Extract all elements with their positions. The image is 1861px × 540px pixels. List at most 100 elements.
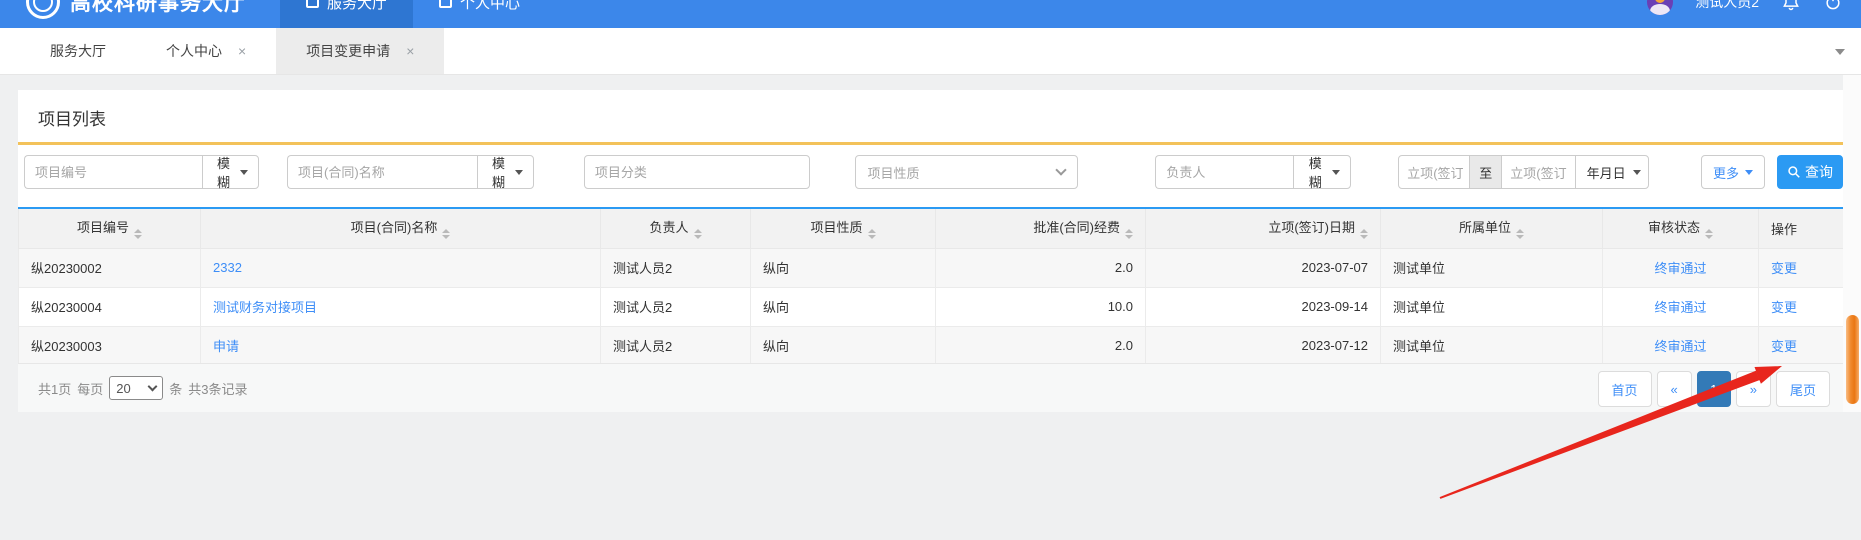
personal-center-icon (439, 0, 452, 8)
col-header-label: 项目性质 (810, 220, 862, 235)
col-header-audit-status[interactable]: 审核状态 (1603, 208, 1759, 248)
col-header-label: 操作 (1771, 222, 1797, 237)
project-no-match-mode-button[interactable]: 模糊 (202, 155, 259, 189)
app-brand[interactable]: 高校科研事务大厅 (26, 0, 246, 19)
search-label: 查询 (1805, 162, 1833, 182)
project-name-link[interactable]: 申请 (213, 339, 239, 354)
bell-icon[interactable] (1781, 0, 1801, 12)
col-header-start-date[interactable]: 立项(签订)日期 (1146, 208, 1381, 248)
action-link[interactable]: 变更 (1771, 300, 1797, 315)
pagination-first-button[interactable]: 首页 (1598, 371, 1652, 407)
project-category-input[interactable] (584, 155, 810, 189)
start-date-cell: 2023-07-12 (1146, 326, 1381, 365)
power-icon[interactable] (1823, 0, 1843, 12)
tab-close-icon[interactable]: × (238, 43, 246, 59)
date-end-input[interactable]: 立项(签订 (1502, 156, 1574, 188)
project-name-link[interactable]: 测试财务对接项目 (213, 300, 317, 315)
page-size-value: 20 (116, 381, 130, 396)
table-row: 纵20230004测试财务对接项目测试人员2纵向10.02023-09-14测试… (19, 287, 1844, 326)
start-date-cell: 2023-07-07 (1146, 248, 1381, 287)
nature-cell: 纵向 (751, 326, 936, 365)
project-list-card: 项目列表 模糊 模糊 项目性质 (18, 90, 1843, 412)
unit-cell: 测试单位 (1381, 326, 1603, 365)
col-header-leader[interactable]: 负责人 (601, 208, 751, 248)
tab-label: 个人中心 (166, 41, 222, 61)
tab-project-change-request[interactable]: 项目变更申请 × (276, 28, 444, 74)
main-menu: 服务大厅 个人中心 (280, 0, 546, 28)
pagination-page-1-button[interactable]: 1 (1697, 371, 1731, 407)
action-cell: 变更 (1759, 326, 1844, 365)
col-header-label: 负责人 (649, 220, 688, 235)
audit-status-cell: 终审通过 (1603, 248, 1759, 287)
project-nature-select[interactable]: 项目性质 (855, 155, 1079, 189)
more-label: 更多 (1713, 163, 1739, 182)
sort-icon (1360, 229, 1368, 239)
action-cell: 变更 (1759, 287, 1844, 326)
sort-icon (868, 229, 876, 239)
caret-down-icon (1745, 170, 1753, 175)
date-start-input[interactable]: 立项(签订 (1399, 156, 1469, 188)
leader-input[interactable] (1155, 155, 1293, 189)
project-name-link[interactable]: 2332 (213, 260, 242, 275)
nav-menu-personal-center[interactable]: 个人中心 (413, 0, 546, 28)
unit-cell: 测试单位 (1381, 287, 1603, 326)
scrollbar-thumb[interactable] (1846, 315, 1859, 404)
pagination-last-button[interactable]: 尾页 (1776, 371, 1830, 407)
navbar-right: 测试人员2 (1647, 0, 1847, 15)
col-header-project-name[interactable]: 项目(合同)名称 (201, 208, 601, 248)
col-header-budget[interactable]: 批准(合同)经费 (936, 208, 1146, 248)
audit-status-link[interactable]: 终审通过 (1654, 261, 1706, 276)
date-granularity-button[interactable]: 年月日 (1575, 156, 1649, 188)
user-avatar-icon[interactable] (1647, 0, 1673, 15)
col-header-action: 操作 (1759, 208, 1844, 248)
date-range-to-label: 至 (1469, 156, 1502, 188)
caret-down-icon (1332, 170, 1340, 175)
tab-overflow-caret-icon[interactable] (1835, 49, 1845, 55)
project-name-match-mode-button[interactable]: 模糊 (477, 155, 534, 189)
project-no-input[interactable] (24, 155, 202, 189)
project-name-input[interactable] (287, 155, 477, 189)
pagination-next-button[interactable]: » (1736, 371, 1771, 407)
project-name-cell: 测试财务对接项目 (201, 287, 601, 326)
action-link[interactable]: 变更 (1771, 339, 1797, 354)
service-hall-icon (306, 0, 319, 8)
audit-status-link[interactable]: 终审通过 (1654, 339, 1706, 354)
tab-service-hall[interactable]: 服务大厅 (20, 28, 136, 74)
unit-cell: 测试单位 (1381, 248, 1603, 287)
sort-icon (694, 229, 702, 239)
nature-cell: 纵向 (751, 248, 936, 287)
fuzzy-label: 模糊 (488, 153, 509, 191)
col-header-unit[interactable]: 所属单位 (1381, 208, 1603, 248)
tab-label: 项目变更申请 (306, 41, 390, 61)
project-no-cell: 纵20230004 (19, 287, 201, 326)
col-header-label: 立项(签订)日期 (1268, 220, 1355, 235)
sort-icon (1516, 229, 1524, 239)
budget-cell: 2.0 (936, 326, 1146, 365)
pagination-prev-button[interactable]: « (1657, 371, 1692, 407)
nav-menu-service-hall[interactable]: 服务大厅 (280, 0, 413, 28)
project-table-body: 纵202300022332测试人员2纵向2.02023-07-07测试单位终审通… (19, 248, 1844, 365)
page-title: 项目列表 (18, 90, 1843, 142)
leader-match-mode-button[interactable]: 模糊 (1293, 155, 1351, 189)
tab-personal-center[interactable]: 个人中心 × (136, 28, 276, 74)
page-size-select[interactable]: 20 (109, 376, 163, 400)
content-area: 项目列表 模糊 模糊 项目性质 (0, 75, 1861, 412)
col-header-label: 批准(合同)经费 (1033, 220, 1120, 235)
tab-bar: 服务大厅 个人中心 × 项目变更申请 × (0, 28, 1861, 75)
action-link[interactable]: 变更 (1771, 261, 1797, 276)
col-header-project-no[interactable]: 项目编号 (19, 208, 201, 248)
action-cell: 变更 (1759, 248, 1844, 287)
more-filters-button[interactable]: 更多 (1701, 155, 1765, 189)
tab-close-icon[interactable]: × (406, 43, 414, 59)
caret-down-icon (1633, 170, 1641, 175)
leader-cell: 测试人员2 (601, 248, 751, 287)
project-no-cell: 纵20230003 (19, 326, 201, 365)
search-button[interactable]: 查询 (1777, 155, 1843, 189)
audit-status-link[interactable]: 终审通过 (1654, 300, 1706, 315)
date-granularity-label: 年月日 (1587, 163, 1626, 182)
chevron-down-icon (148, 381, 158, 391)
title-accent-divider (18, 142, 1843, 145)
nav-menu-label: 个人中心 (460, 0, 520, 13)
col-header-nature[interactable]: 项目性质 (751, 208, 936, 248)
top-navbar: 高校科研事务大厅 服务大厅 个人中心 测试人员2 (0, 0, 1861, 28)
